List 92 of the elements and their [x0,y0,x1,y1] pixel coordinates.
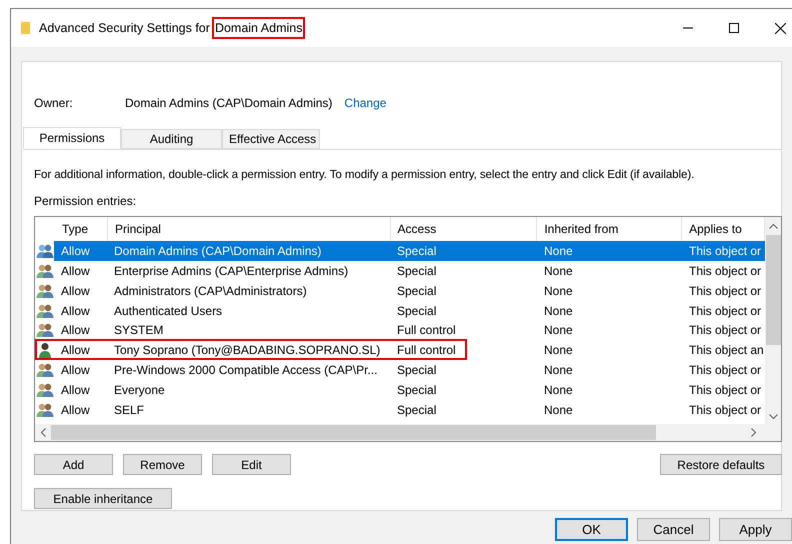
user-group-icon [36,402,54,418]
table-cell-text: None [543,382,574,399]
entry-button[interactable]: Add [34,454,113,476]
owner-value: Domain Admins (CAP\Domain Admins) [125,95,332,112]
dialog-button[interactable]: OK [555,518,628,541]
table-cell-text: Allow [60,243,91,260]
table-cell-text: SELF [113,402,146,419]
table-cell-text: None [543,322,574,340]
table-cell-text: Allow [60,263,91,280]
table-cell-text: Allow [60,302,91,320]
window-title: Advanced Security Settings for [39,20,210,37]
table-cell-text: None [543,243,574,260]
table-cell-text: Administrators (CAP\Administrators) [113,282,308,300]
tab[interactable]: Effective Access [222,129,320,149]
table-cell-text: This object or [688,362,762,380]
close-icon[interactable] [775,22,786,34]
table-cell-text: Allow [60,382,91,399]
table-cell-text: Allow [60,282,91,300]
table-cell-text: This object an [688,342,765,360]
user-group-icon [36,322,54,338]
table-cell-text: This object or [688,322,762,340]
table-row[interactable]: Allow Everyone Special None This object or [54,380,765,400]
maximize-icon[interactable] [729,23,739,33]
table-cell-text: Full control [396,342,457,360]
table-cell-text: Allow [60,322,91,340]
table-cell-text: Special [396,263,438,280]
table-cell-text: Pre-Windows 2000 Compatible Access (CAP\Pr... [113,362,378,380]
table-row[interactable]: Allow SELF Special None This object or [54,400,765,420]
user-icon [38,342,52,358]
table-cell-text: Special [396,243,438,260]
table-cell-text: None [543,342,574,360]
table-cell-text: Special [396,402,438,419]
table-cell-text: Special [396,382,438,399]
table-cell-text: Allow [60,342,91,360]
user-group-icon [36,282,54,299]
scroll-right-icon[interactable] [751,428,757,438]
scroll-left-icon[interactable] [40,428,46,438]
info-text: For additional information, double-click a permission entry. To modify a permission entry, select the entry and click Edit (if available). [34,167,696,183]
table-cell-text: This object or [688,282,762,300]
table-cell-text: None [543,263,574,280]
scroll-down-icon[interactable] [768,414,778,420]
table-cell-text: Enterprise Admins (CAP\Enterprise Admins) [113,263,350,280]
table-row[interactable]: Allow Domain Admins (CAP\Domain Admins) Special None This object or [54,241,765,262]
tab[interactable]: Permissions [23,127,121,149]
table-cell-text: None [543,362,574,380]
tab[interactable]: Auditing [121,129,222,149]
table-cell-text: None [543,282,574,300]
table-cell-text: This object or [688,263,762,280]
table-cell-text: This object or [688,402,762,419]
restore-defaults-button[interactable]: Restore defaults [660,454,782,476]
table-cell-text: Special [396,302,438,320]
table-row[interactable]: Allow SYSTEM Full control None This object or [54,320,765,340]
table-cell-text: Authenticated Users [113,302,224,320]
user-group-icon [36,362,54,378]
vertical-scrollbar[interactable] [765,217,781,424]
table-cell-text: Domain Admins (CAP\Domain Admins) [113,243,322,260]
horizontal-scrollbar[interactable] [35,424,781,442]
table-row[interactable]: Allow Authenticated Users Special None This object or [54,300,765,321]
table-row[interactable]: Allow Enterprise Admins (CAP\Enterprise Admins) Special None This object or [54,261,765,281]
scroll-up-icon[interactable] [768,223,778,230]
table-cell-text: This object or [688,382,762,399]
entries-label: Permission entries: [34,193,138,210]
table-cell-text: Special [396,362,438,380]
table-row[interactable]: Allow Pre-Windows 2000 Compatible Access (CAP\Pr... Special None This object or [54,360,765,380]
user-group-icon [36,302,54,319]
scrollbar-thumb[interactable] [51,425,656,440]
entry-button[interactable]: Edit [212,454,291,476]
scrollbar-thumb[interactable] [766,235,780,346]
table-cell-text: Allow [60,362,91,380]
user-group-icon [36,263,54,280]
table-cell-text: This object or [688,243,762,260]
table-cell-text: Full control [396,322,457,340]
owner-label: Owner: [34,95,74,112]
table-row[interactable]: Allow Tony Soprano (Tony@BADABING.SOPRANO.SL) Full control None This object an [54,340,765,360]
table-row[interactable]: Allow Administrators (CAP\Administrators) Special None This object or [54,280,765,301]
table-cell-text: Tony Soprano (Tony@BADABING.SOPRANO.SL) [113,342,382,360]
entry-button[interactable]: Remove [123,454,202,476]
table-cell-text: This object or [688,302,762,320]
enable-inheritance-button[interactable]: Enable inheritance [34,488,172,510]
table-cell-text: Special [396,282,438,300]
folder-icon [21,21,31,35]
table-cell-text: Allow [60,402,91,419]
table-cell-text: None [543,402,574,419]
dialog-button[interactable]: Cancel [637,518,710,541]
user-group-icon [36,382,54,398]
dialog-button[interactable]: Apply [719,518,792,541]
table-cell-text: Everyone [113,382,166,399]
table-cell-text: None [543,302,574,320]
user-group-icon [36,243,54,260]
change-link[interactable]: Change [344,94,386,112]
highlighted-title: Domain Admins [212,16,306,40]
table-cell-text: SYSTEM [113,322,164,340]
